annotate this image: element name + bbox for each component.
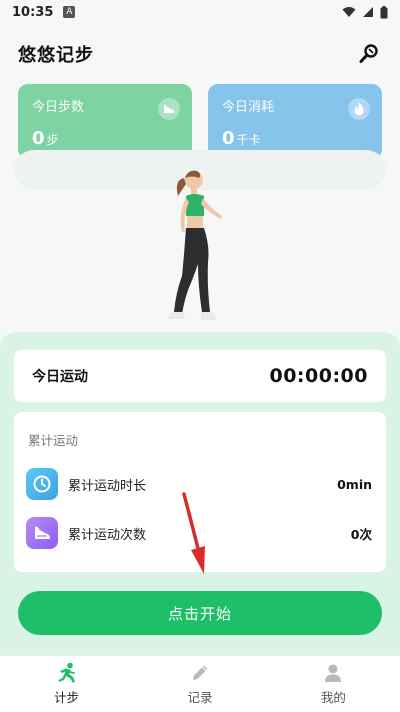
calories-label: 今日消耗 — [222, 100, 275, 115]
pencil-icon — [189, 662, 211, 684]
shoe-icon — [158, 98, 180, 120]
cumulative-title: 累计运动 — [28, 433, 79, 448]
status-time: 10:35 — [12, 4, 54, 20]
status-bar: 10:35 A — [0, 0, 400, 24]
bottom-tab-bar: 计步 记录 我的 — [0, 655, 400, 712]
wifi-icon — [342, 7, 356, 17]
tab-steps[interactable]: 计步 — [0, 656, 133, 712]
shoe-icon — [26, 517, 58, 549]
steps-value: 0 — [32, 128, 45, 149]
steps-value-row: 0 步 — [32, 128, 178, 149]
tab-profile[interactable]: 我的 — [267, 656, 400, 712]
clock-icon — [26, 468, 58, 500]
app-header: 悠悠记步 — [18, 38, 382, 70]
user-icon — [322, 662, 344, 684]
flame-icon — [348, 98, 370, 120]
today-activity-timer: 00:00:00 — [269, 365, 368, 387]
steps-label: 今日步数 — [32, 100, 85, 115]
start-button[interactable]: 点击开始 — [18, 591, 382, 635]
annotation-arrow — [182, 492, 205, 574]
battery-icon — [380, 5, 388, 18]
notification-a-icon: A — [63, 6, 76, 18]
wrench-search-icon — [359, 44, 378, 63]
tab-steps-label: 计步 — [54, 690, 80, 705]
status-indicators — [342, 5, 388, 19]
tab-records[interactable]: 记录 — [133, 656, 266, 712]
stat-cards: 今日步数 0 步 今日消耗 0 千卡 — [18, 84, 382, 159]
today-activity-label: 今日运动 — [32, 369, 88, 385]
runner-icon — [56, 662, 78, 684]
cumulative-duration-value: 0min — [337, 476, 372, 492]
today-activity-card: 今日运动 00:00:00 — [14, 350, 386, 402]
settings-button[interactable] — [356, 41, 382, 67]
steps-unit: 步 — [46, 133, 59, 147]
cumulative-duration-label: 累计运动时长 — [68, 478, 147, 494]
calories-card: 今日消耗 0 千卡 — [208, 84, 382, 159]
steps-card: 今日步数 0 步 — [18, 84, 192, 159]
tab-profile-label: 我的 — [320, 690, 346, 705]
calories-value-row: 0 千卡 — [222, 128, 368, 149]
tab-records-label: 记录 — [187, 690, 213, 705]
walking-woman-illustration — [168, 170, 222, 320]
calories-value: 0 — [222, 128, 235, 149]
cumulative-count-label: 累计运动次数 — [68, 527, 147, 543]
cumulative-count-value: 0次 — [350, 526, 372, 542]
calories-unit: 千卡 — [236, 133, 261, 147]
signal-icon — [363, 7, 373, 17]
app-title: 悠悠记步 — [18, 45, 94, 66]
